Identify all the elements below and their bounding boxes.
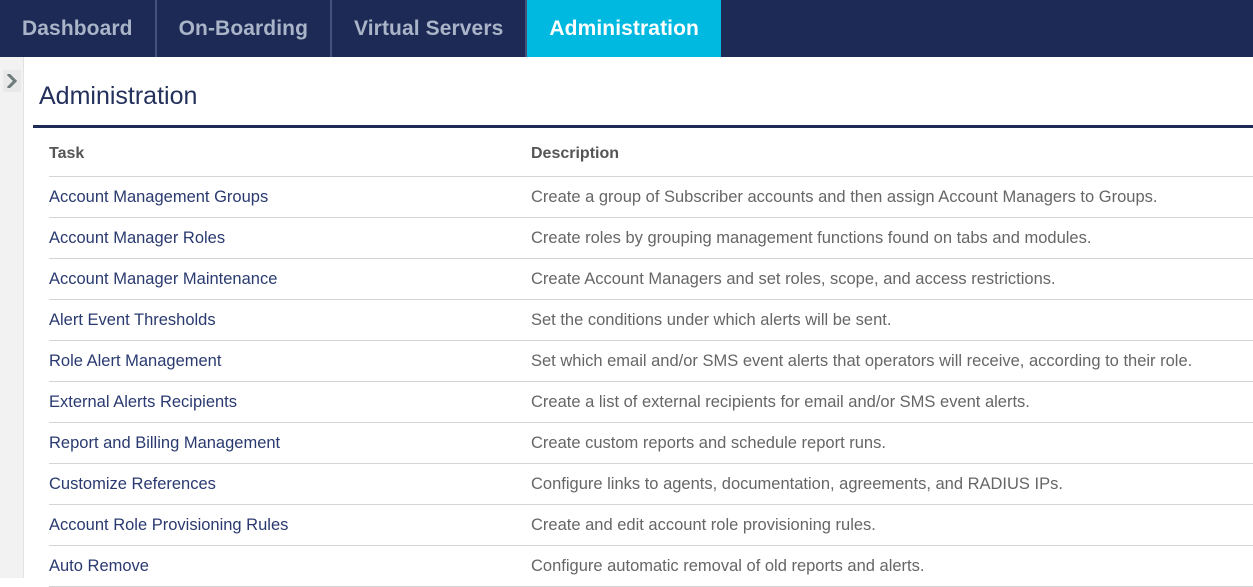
table-cell-description: Set the conditions under which alerts wi… — [531, 300, 1253, 341]
table-cell-task: Account Manager Roles — [49, 218, 531, 259]
task-link[interactable]: Customize References — [49, 475, 216, 493]
task-description: Create and edit account role provisionin… — [531, 516, 876, 534]
task-description: Create a group of Subscriber accounts an… — [531, 188, 1157, 206]
table-row: Account Role Provisioning Rules Create an… — [49, 505, 1253, 546]
table-cell-description: Create custom reports and schedule repor… — [531, 423, 1253, 464]
task-description: Configure links to agents, documentation… — [531, 475, 1063, 493]
table-cell-task: Account Manager Maintenance — [49, 259, 531, 300]
rail-expand-button[interactable] — [3, 70, 21, 92]
tab-dashboard[interactable]: Dashboard — [0, 0, 157, 57]
task-link[interactable]: Account Manager Roles — [49, 229, 225, 247]
table-cell-task: Alert Event Thresholds — [49, 300, 531, 341]
left-rail — [0, 57, 24, 578]
table-row: External Alerts Recipients Create a list … — [49, 382, 1253, 423]
table-cell-description: Configure automatic removal of old repor… — [531, 546, 1253, 587]
tab-administration[interactable]: Administration — [527, 0, 721, 57]
table-cell-task: Account Role Provisioning Rules — [49, 505, 531, 546]
table-row: Account Manager Maintenance Create Accoun… — [49, 259, 1253, 300]
table-cell-description: Set which email and/or SMS event alerts … — [531, 341, 1253, 382]
task-link[interactable]: Report and Billing Management — [49, 434, 280, 452]
tab-on-boarding-label: On-Boarding — [179, 17, 308, 41]
task-link[interactable]: External Alerts Recipients — [49, 393, 237, 411]
task-link[interactable]: Auto Remove — [49, 557, 149, 575]
task-link[interactable]: Role Alert Management — [49, 352, 221, 370]
column-header-task: Task — [49, 145, 531, 177]
tab-virtual-servers[interactable]: Virtual Servers — [332, 0, 527, 57]
table-row: Alert Event Thresholds Set the conditions… — [49, 300, 1253, 341]
table-row: Auto Remove Configure automatic removal o… — [49, 546, 1253, 587]
tab-administration-label: Administration — [549, 17, 699, 41]
task-description: Set the conditions under which alerts wi… — [531, 311, 891, 329]
task-link[interactable]: Account Management Groups — [49, 188, 268, 206]
table-body: Account Management Groups Create a group … — [49, 177, 1253, 587]
tab-bar-filler — [721, 0, 1253, 57]
table-cell-description: Configure links to agents, documentation… — [531, 464, 1253, 505]
tab-on-boarding[interactable]: On-Boarding — [157, 0, 332, 57]
table-cell-description: Create and edit account role provisionin… — [531, 505, 1253, 546]
table-cell-task: Customize References — [49, 464, 531, 505]
main-content: Administration Task Description Account … — [25, 57, 1253, 578]
table-cell-description: Create roles by grouping management func… — [531, 218, 1253, 259]
table-row: Customize References Configure links to a… — [49, 464, 1253, 505]
tab-virtual-servers-label: Virtual Servers — [354, 17, 503, 41]
table-cell-task: Report and Billing Management — [49, 423, 531, 464]
chevron-right-icon — [7, 74, 18, 88]
table-cell-task: External Alerts Recipients — [49, 382, 531, 423]
table-row: Account Management Groups Create a group … — [49, 177, 1253, 218]
table-cell-description: Create a group of Subscriber accounts an… — [531, 177, 1253, 218]
main-tab-bar: Dashboard On-Boarding Virtual Servers Ad… — [0, 0, 1253, 57]
administration-task-table: Task Description Account Management Grou… — [49, 145, 1253, 587]
column-header-description: Description — [531, 145, 1253, 177]
tab-dashboard-label: Dashboard — [22, 17, 133, 41]
task-description: Configure automatic removal of old repor… — [531, 557, 924, 575]
task-description: Create Account Managers and set roles, s… — [531, 270, 1056, 288]
table-row: Report and Billing Management Create cust… — [49, 423, 1253, 464]
table-row: Role Alert Management Set which email and… — [49, 341, 1253, 382]
task-description: Create roles by grouping management func… — [531, 229, 1091, 247]
table-cell-task: Role Alert Management — [49, 341, 531, 382]
page-title: Administration — [25, 57, 1253, 111]
table-cell-description: Create Account Managers and set roles, s… — [531, 259, 1253, 300]
task-description: Create a list of external recipients for… — [531, 393, 1030, 411]
task-link[interactable]: Alert Event Thresholds — [49, 311, 216, 329]
table-cell-task: Auto Remove — [49, 546, 531, 587]
task-description: Set which email and/or SMS event alerts … — [531, 352, 1192, 370]
table-row: Account Manager Roles Create roles by gro… — [49, 218, 1253, 259]
table-cell-task: Account Management Groups — [49, 177, 531, 218]
table-head: Task Description — [49, 145, 1253, 177]
table-header-row: Task Description — [49, 145, 1253, 177]
table-cell-description: Create a list of external recipients for… — [531, 382, 1253, 423]
task-description: Create custom reports and schedule repor… — [531, 434, 886, 452]
task-link[interactable]: Account Role Provisioning Rules — [49, 516, 288, 534]
page-title-underline — [33, 125, 1253, 128]
task-link[interactable]: Account Manager Maintenance — [49, 270, 277, 288]
